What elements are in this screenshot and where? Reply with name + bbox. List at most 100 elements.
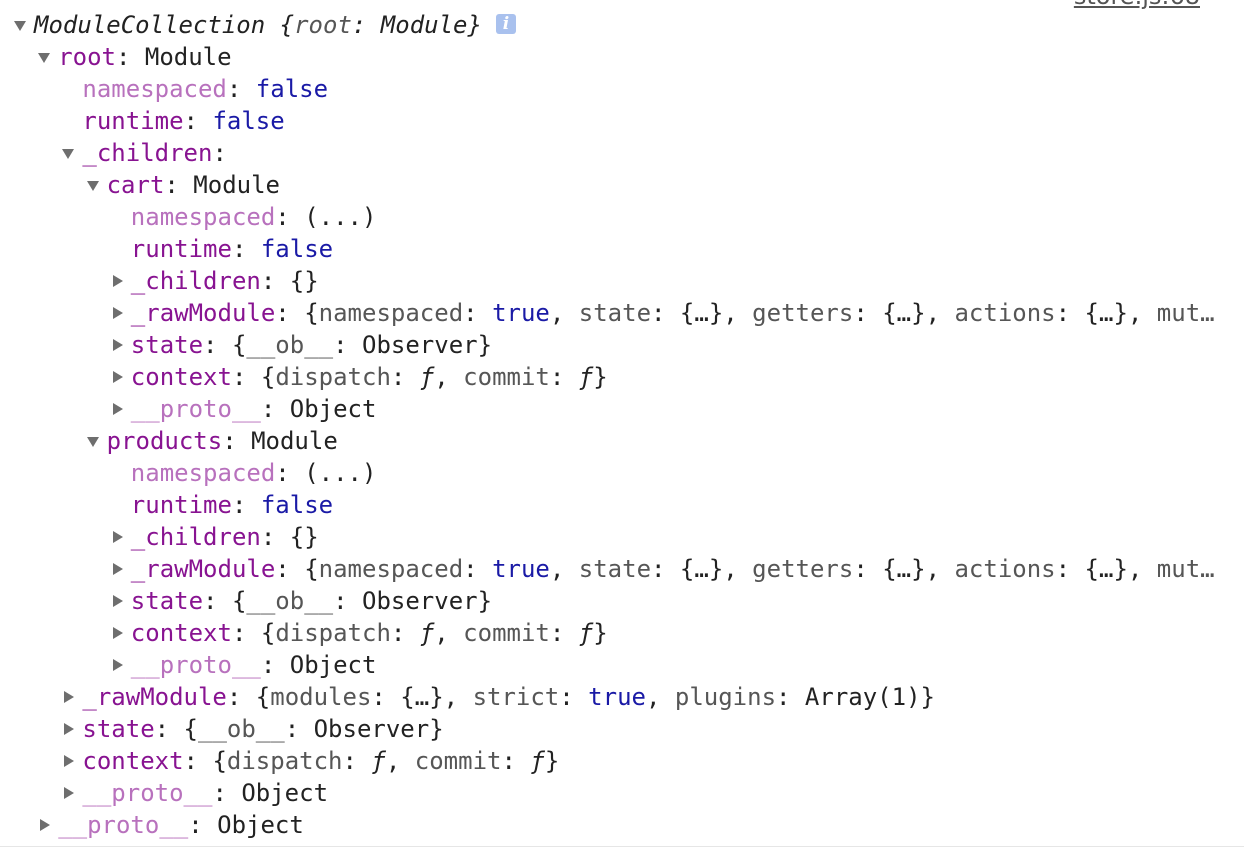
row-text: _children: {} [131,265,319,297]
property-value: : {} [260,267,319,295]
triangle-right-icon[interactable] [64,787,75,799]
property-value: , [549,555,579,583]
info-icon[interactable]: i [495,14,516,34]
row-text: context: {dispatch: ƒ, commit: ƒ} [131,617,608,649]
property-value: } [544,747,560,775]
property-key: _rawModule [82,683,227,711]
triangle-down-icon[interactable] [62,149,75,159]
triangle-right-icon[interactable] [64,755,75,767]
property-value: state [578,555,652,583]
triangle-right-icon[interactable] [112,339,123,351]
property-value: getters [752,555,854,583]
property-value: mut… [1156,299,1215,327]
triangle-down-icon[interactable] [14,21,26,31]
property-key: runtime [130,235,232,263]
triangle-down-icon[interactable] [38,53,51,63]
property-value: : [231,235,261,263]
triangle-right-icon[interactable] [112,403,123,415]
property-value: dispatch [275,619,391,647]
row-text: state: {__ob__: Observer} [131,329,492,361]
triangle-right-icon[interactable] [40,819,51,831]
row-text: runtime: false [82,105,284,137]
property-value: : {…}, [853,299,955,327]
row-text: context: {dispatch: ƒ, commit: ƒ} [82,745,559,777]
property-value: : [390,619,420,647]
property-key: __proto__ [130,651,261,679]
row-text: _rawModule: {namespaced: true, state: {…… [131,553,1215,585]
property-key: _rawModule [130,299,276,327]
triangle-right-icon[interactable] [112,371,123,383]
triangle-down-icon[interactable] [86,181,99,191]
property-value: : Object [188,811,304,839]
property-value: state [578,299,652,327]
property-value: __ob__ [198,715,285,743]
property-key: runtime [82,107,184,135]
property-value: root [294,11,352,39]
property-value: : Module [115,43,232,71]
property-value: strict [472,683,560,711]
property-value: : [463,299,493,327]
property-value: , [385,747,415,775]
property-value: commit [414,747,502,775]
row-text: namespaced: (...) [131,201,377,233]
triangle-right-icon[interactable] [112,531,123,543]
property-value: : { [203,331,247,359]
property-value: ƒ [578,619,594,647]
property-value: true [492,299,550,327]
triangle-right-icon[interactable] [64,691,75,703]
property-key: __proto__ [82,779,213,807]
property-value: : Object [212,779,329,807]
property-key: _children [130,267,261,295]
property-key: namespaced [82,75,227,103]
triangle-right-icon[interactable] [112,275,123,287]
row-text: state: {__ob__: Observer} [131,585,492,617]
row-text: cart: Module [107,169,280,201]
property-value: plugins [674,683,777,711]
triangle-down-icon[interactable] [86,437,99,447]
property-key: namespaced [130,203,276,231]
property-value: : [183,107,213,135]
property-value: , [645,683,675,711]
property-key: runtime [130,491,232,519]
source-link[interactable]: store.js:68 [1074,0,1200,10]
property-value: ƒ [419,619,435,647]
triangle-right-icon[interactable] [112,595,123,607]
property-value: : [549,363,579,391]
property-value: : Observer} [284,715,444,743]
triangle-right-icon[interactable] [112,563,123,575]
property-value: : { [231,363,276,391]
triangle-right-icon[interactable] [64,723,75,735]
row-text: namespaced: false [82,73,328,105]
property-value: dispatch [226,747,343,775]
property-value: } [593,619,608,647]
property-value: namespaced [318,555,464,583]
property-value: : { [183,747,227,775]
property-value: : {…}, [371,683,473,711]
property-value: : {…}, [1055,299,1157,327]
row-text: root: Module [58,41,231,73]
property-value: false [260,235,334,263]
row-text: __proto__: Object [82,777,328,809]
property-value: : [390,363,420,391]
property-key: state [130,331,204,359]
property-value: : (...) [275,459,377,487]
property-value: : [342,747,372,775]
property-value: false [260,491,334,519]
triangle-right-icon[interactable] [112,307,123,319]
property-value: : { [275,299,319,327]
property-value: : [559,683,589,711]
property-value: : Module [222,427,338,455]
property-key: _children [130,523,261,551]
property-value: } [593,363,608,391]
triangle-right-icon[interactable] [112,627,123,639]
row-text: __proto__: Object [58,809,304,841]
property-value: : Object [260,395,377,423]
property-value: __ob__ [246,331,334,359]
triangle-right-icon[interactable] [112,659,123,671]
property-key: context [82,747,184,775]
row-text: context: {dispatch: ƒ, commit: ƒ} [131,361,608,393]
property-value: commit [463,619,550,647]
row-text: state: {__ob__: Observer} [82,713,443,745]
property-value: namespaced [318,299,464,327]
property-value: : Module} [351,11,482,39]
